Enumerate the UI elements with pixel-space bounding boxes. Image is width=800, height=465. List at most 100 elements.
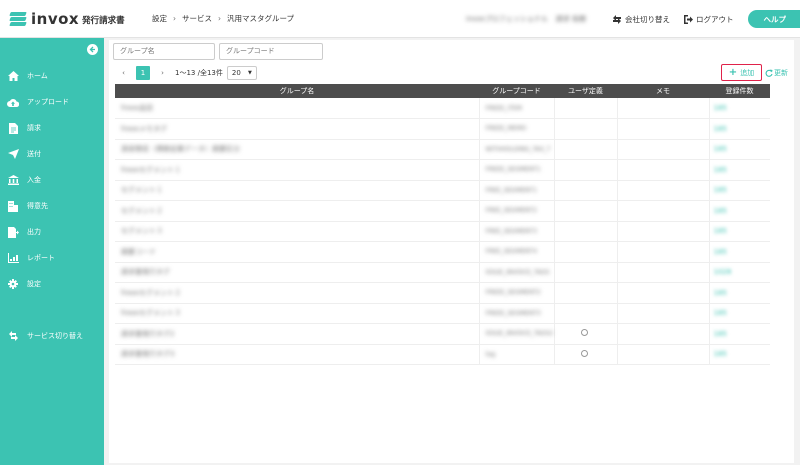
table-row[interactable]: セグメント２ FREE_SEGMENT2 185 bbox=[115, 200, 770, 222]
cell-count-link[interactable]: 185 bbox=[709, 118, 770, 140]
cell-memo bbox=[617, 282, 710, 304]
main-content: ‹ 1 › 1〜13 /全13件 20 ▼ + 追加 更新 グループ名 bbox=[104, 38, 800, 465]
user-defined-circle-icon bbox=[580, 349, 588, 357]
app-logo[interactable]: invox 発行請求書 bbox=[9, 10, 138, 28]
cell-count-link[interactable]: 185 bbox=[709, 139, 770, 160]
cell-user-defined bbox=[554, 98, 618, 119]
plus-icon: + bbox=[728, 67, 738, 78]
column-header-memo[interactable]: メモ bbox=[617, 84, 709, 98]
cell-group-code: FREEE_ITEM bbox=[479, 98, 555, 119]
cell-count-link[interactable]: 185 bbox=[709, 221, 770, 242]
cell-group-name: freeeメモタグ bbox=[115, 118, 480, 140]
table-row[interactable]: 摘要コード FREE_SEGMENT4 185 bbox=[115, 241, 770, 263]
cell-count-link[interactable]: 185 bbox=[709, 344, 770, 365]
building-icon bbox=[7, 200, 19, 212]
caret-down-icon: ▼ bbox=[248, 69, 252, 76]
cell-count-link[interactable]: 185 bbox=[709, 323, 770, 345]
table-row[interactable]: 請求書発行タグ3 tag 185 bbox=[115, 344, 770, 365]
chevron-right-icon: › bbox=[218, 14, 221, 23]
pagination-info: 1〜13 /全13件 bbox=[175, 68, 223, 77]
cell-group-name: freeeセグメント２ bbox=[115, 282, 480, 304]
group-code-filter-input[interactable] bbox=[219, 43, 323, 60]
column-header-group-code[interactable]: グループコード bbox=[479, 84, 554, 98]
table-row[interactable]: 請求書発行タグ ISSUE_INVOICE_TAGS 1028 bbox=[115, 262, 770, 283]
sidebar-item-export[interactable]: 出力 bbox=[0, 223, 104, 241]
app-header: invox 発行請求書 設定 › サービス › 汎用マスタグループ invoxプ… bbox=[0, 0, 800, 38]
logout-button[interactable]: ログアウト bbox=[684, 14, 734, 25]
table-row[interactable]: freeeセグメント１ FREEE_SEGMENT1 185 bbox=[115, 159, 770, 181]
group-table: グループ名 グループコード ユーザ定義 メモ 登録件数 freee品目 FREEE… bbox=[115, 84, 770, 365]
cell-group-name: 源泉徴収（債務従業データ）摘要区分 bbox=[115, 139, 480, 160]
table-row[interactable]: freeeセグメント３ FREEE_SEGMENT3 185 bbox=[115, 303, 770, 324]
sidebar-item-label: アップロード bbox=[27, 98, 69, 106]
refresh-button[interactable]: 更新 bbox=[765, 66, 788, 80]
cell-count-link[interactable]: 1028 bbox=[709, 262, 770, 283]
sidebar-item-switch-service[interactable]: サービス切り替え bbox=[0, 327, 104, 345]
sidebar-item-customers[interactable]: 得意先 bbox=[0, 197, 104, 215]
sidebar-item-home[interactable]: ホーム bbox=[0, 67, 104, 85]
cell-memo bbox=[617, 200, 710, 222]
table-row[interactable]: セグメント３ FREE_SEGMENT3 185 bbox=[115, 221, 770, 242]
group-name-filter-input[interactable] bbox=[113, 43, 215, 60]
cell-group-code: WITHHOLDING_TAX_T bbox=[479, 139, 555, 160]
column-header-group-name[interactable]: グループ名 bbox=[115, 84, 479, 98]
logout-icon bbox=[684, 14, 693, 24]
sidebar-item-label: 入金 bbox=[27, 176, 41, 184]
sidebar-item-payment[interactable]: 入金 bbox=[0, 171, 104, 189]
cell-count-link[interactable]: 185 bbox=[709, 241, 770, 263]
cell-memo bbox=[617, 262, 710, 283]
sidebar-item-invoice[interactable]: 請求 bbox=[0, 119, 104, 137]
document-icon bbox=[7, 122, 19, 134]
table-row[interactable]: セグメント１ FREE_SEGMENT1 185 bbox=[115, 180, 770, 201]
breadcrumb-item-service[interactable]: サービス bbox=[182, 13, 212, 24]
table-row[interactable]: freee品目 FREEE_ITEM 185 bbox=[115, 98, 770, 119]
chart-icon bbox=[7, 252, 19, 264]
switch-company-label: 会社切り替え bbox=[625, 14, 670, 24]
table-row[interactable]: 源泉徴収（債務従業データ）摘要区分 WITHHOLDING_TAX_T 185 bbox=[115, 139, 770, 160]
cell-memo bbox=[617, 139, 710, 160]
sidebar-item-send[interactable]: 送付 bbox=[0, 145, 104, 163]
content-panel: ‹ 1 › 1〜13 /全13件 20 ▼ + 追加 更新 グループ名 bbox=[109, 40, 794, 463]
cell-memo bbox=[617, 159, 710, 181]
sidebar-item-settings[interactable]: 設定 bbox=[0, 275, 104, 293]
cell-group-code: FREEE_SEGMENT2 bbox=[479, 282, 555, 304]
cell-user-defined bbox=[554, 303, 618, 324]
cell-user-defined bbox=[554, 282, 618, 304]
cell-group-code: FREE_SEGMENT2 bbox=[479, 200, 555, 222]
table-row[interactable]: freeeセグメント２ FREEE_SEGMENT2 185 bbox=[115, 282, 770, 304]
cell-count-link[interactable]: 185 bbox=[709, 200, 770, 222]
logout-label: ログアウト bbox=[696, 14, 734, 24]
cell-count-link[interactable]: 185 bbox=[709, 159, 770, 181]
cell-count-link[interactable]: 185 bbox=[709, 180, 770, 201]
column-header-count[interactable]: 登録件数 bbox=[709, 84, 770, 98]
breadcrumb-item-settings[interactable]: 設定 bbox=[152, 13, 167, 24]
cell-memo bbox=[617, 98, 710, 119]
column-header-user-defined[interactable]: ユーザ定義 bbox=[554, 84, 617, 98]
prev-page-button[interactable]: ‹ bbox=[117, 66, 130, 79]
cell-memo bbox=[617, 118, 710, 140]
sidebar-item-label: レポート bbox=[27, 254, 55, 262]
sidebar-collapse-button[interactable] bbox=[87, 44, 98, 55]
sidebar-item-upload[interactable]: アップロード bbox=[0, 93, 104, 111]
cell-group-name: freeeセグメント１ bbox=[115, 159, 480, 181]
sidebar-item-label: 出力 bbox=[27, 228, 41, 236]
cell-user-defined bbox=[554, 221, 618, 242]
cell-user-defined bbox=[554, 262, 618, 283]
table-row[interactable]: 請求書発行タグ2 ISSUE_INVOICE_TAGS2 185 bbox=[115, 323, 770, 345]
page-size-select[interactable]: 20 ▼ bbox=[226, 65, 257, 80]
cell-user-defined bbox=[554, 323, 618, 345]
cell-count-link[interactable]: 185 bbox=[709, 282, 770, 304]
next-page-button[interactable]: › bbox=[156, 66, 169, 79]
cell-user-defined bbox=[554, 200, 618, 222]
add-button[interactable]: + 追加 bbox=[721, 64, 762, 81]
sidebar-item-report[interactable]: レポート bbox=[0, 249, 104, 267]
page-number-current[interactable]: 1 bbox=[136, 65, 150, 80]
switch-company-button[interactable]: 会社切り替え bbox=[612, 14, 670, 25]
cell-group-code: ISSUE_INVOICE_TAGS bbox=[479, 262, 555, 283]
table-row[interactable]: freeeメモタグ FREEE_MEMO 185 bbox=[115, 118, 770, 140]
help-button[interactable]: ヘルプ bbox=[747, 10, 800, 28]
add-button-label: 追加 bbox=[740, 68, 755, 77]
user-organization: invoxプロフェッショナル bbox=[466, 15, 548, 23]
cell-count-link[interactable]: 185 bbox=[709, 98, 770, 119]
cell-count-link[interactable]: 185 bbox=[709, 303, 770, 324]
